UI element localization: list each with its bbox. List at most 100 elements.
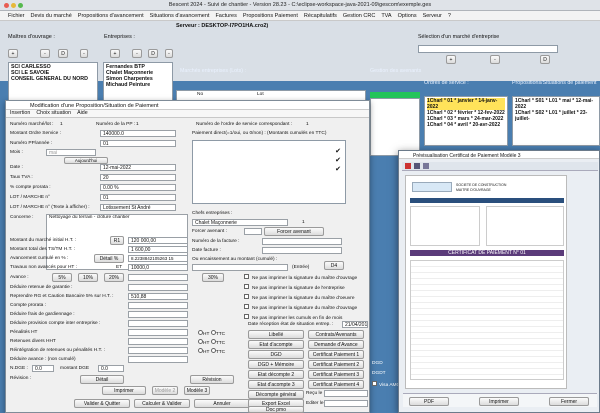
avance-30-button[interactable]: 30% <box>202 273 224 282</box>
deduire-garantie-field[interactable] <box>128 311 188 318</box>
menu-item[interactable]: Situations d'avancement <box>150 13 210 19</box>
revision-button[interactable]: Révision <box>190 375 234 384</box>
checkbox[interactable] <box>244 284 249 289</box>
list-item[interactable]: 1Charl * S02 * L01 * juillet * 23-juille… <box>515 110 597 122</box>
list-item[interactable]: 1Charl * 04 * avril * 20-avr-2022 <box>427 122 505 128</box>
checkbox[interactable] <box>244 314 249 319</box>
certificat1-button[interactable]: Certificat Paiement 1 <box>308 350 364 359</box>
print-icon[interactable] <box>414 163 420 169</box>
entreprises-remove-button[interactable]: - <box>132 49 142 58</box>
tab-choix-situation[interactable]: Choix situation <box>36 110 71 117</box>
forcer-avenant-field[interactable] <box>244 228 262 235</box>
avance-field[interactable] <box>128 274 188 281</box>
certificat3-button[interactable]: Certificat Paiement 3 <box>308 370 364 379</box>
taux-tva-field[interactable]: 20 <box>100 174 176 181</box>
montant-ordre-field[interactable]: 140000.0 <box>100 130 176 137</box>
date-facture-field[interactable] <box>262 247 342 254</box>
deduire-retenue-field[interactable] <box>128 284 188 291</box>
menu-item[interactable]: Propositions Paiement <box>243 13 298 19</box>
recu-le-field[interactable] <box>324 390 368 397</box>
calculer-valider-button[interactable]: Calculer & Valider <box>134 399 190 408</box>
menu-item[interactable]: Devis du marché <box>31 13 72 19</box>
entreprises-d-button[interactable]: D <box>148 49 158 58</box>
certificat4-button[interactable]: Certificat Paiement 4 <box>308 380 364 389</box>
maitres-list[interactable]: SCI CARLESSO SCI LE SAVOIE CONSEIL GENER… <box>8 62 98 102</box>
forcer-avenant-button[interactable]: Forcer avenant <box>264 227 324 236</box>
pdf-close-button[interactable]: Fermer <box>549 397 589 406</box>
menu-item[interactable]: Gestion CRC <box>343 13 375 19</box>
maitres-remove-button[interactable]: - <box>40 49 50 58</box>
encaissement-field[interactable] <box>192 264 288 271</box>
menu-item[interactable]: TVA <box>381 13 391 19</box>
doc-pmo-button[interactable]: Doc pmo <box>248 406 304 413</box>
checkbox[interactable] <box>244 274 249 279</box>
avance-5-button[interactable]: 5% <box>52 273 72 282</box>
modele2-button[interactable]: Modèle 2 <box>152 386 178 395</box>
pdf-export-button[interactable]: PDF <box>409 397 449 406</box>
marche-select[interactable] <box>418 45 558 53</box>
annuler-button[interactable]: Annuler <box>194 399 250 408</box>
detail-button[interactable]: Détail <box>80 375 124 384</box>
numero-facture-field[interactable] <box>262 238 342 245</box>
d4-button[interactable]: D4 <box>324 261 344 270</box>
date-field[interactable]: 12-mai-2022 <box>100 164 176 171</box>
menu-item[interactable]: Factures <box>215 13 236 19</box>
date-reception-field[interactable]: 21/04/2018 <box>342 321 368 328</box>
pdf-print-button[interactable]: Imprimer <box>479 397 519 406</box>
contrats-button[interactable]: Contrats/Avenants <box>308 330 364 339</box>
editer-le-field[interactable] <box>324 400 368 407</box>
pdf-icon[interactable] <box>405 163 411 169</box>
marche-remove-button[interactable]: - <box>490 55 500 64</box>
lot-marche-texte-field[interactable]: Lotissement St André <box>100 204 176 211</box>
list-item[interactable]: Michaud Peinture <box>106 82 170 88</box>
decompte-general-button[interactable]: Décompte général <box>248 390 304 399</box>
numero-pp-type-field[interactable]: 01 <box>100 140 176 147</box>
list-item[interactable]: 1Charl * 01 * janvier * 14-janv-2022 <box>427 98 505 110</box>
zoom-icon[interactable] <box>423 163 429 169</box>
etat-acompte3-button[interactable]: Etat d'acompte 3 <box>248 380 304 389</box>
entreprises-list[interactable]: Fernandes BTP Chalet Maçonnerie Simon Ch… <box>103 62 173 102</box>
demande-avance-button[interactable]: Demande d'Avance <box>308 340 364 349</box>
marche-add-button[interactable]: + <box>446 55 456 64</box>
lot-marche-field[interactable]: 01 <box>100 194 176 201</box>
aujourdhui-button[interactable]: Aujourd'hui <box>64 157 108 164</box>
dgd-button[interactable]: DGD <box>248 350 304 359</box>
tab-aide[interactable]: Aide <box>77 110 88 117</box>
montant-initial-field[interactable]: 120 000,00 <box>128 237 188 244</box>
ndge-field[interactable]: 0.0 <box>32 365 54 372</box>
avancement-field[interactable]: 8.2238842105263 15 <box>128 255 188 262</box>
etat-acompte-button[interactable]: Etat d'acompte <box>248 340 304 349</box>
prorata-field[interactable]: 0.00 % <box>100 184 176 191</box>
list-item[interactable]: CONSEIL GENERAL DU NORD <box>11 76 95 82</box>
propositions-list[interactable]: 1Charl * S01 * L01 * mai * 12-mai-2022 1… <box>512 96 600 146</box>
chef-select[interactable]: Chalet Maçonnerie <box>192 219 288 226</box>
visa-checkbox[interactable] <box>372 381 377 386</box>
maitres-d-button[interactable]: D <box>58 49 68 58</box>
maitres-add-button[interactable]: + <box>8 49 18 58</box>
reintegration-field[interactable] <box>128 347 188 354</box>
entreprises-minus2-button[interactable]: - <box>165 49 173 58</box>
mois-select[interactable]: mai <box>46 149 96 156</box>
modele3-button[interactable]: Modèle 3 <box>184 386 210 395</box>
dgd-memoire-button[interactable]: DGD + Mémoire <box>248 360 304 369</box>
etat-decompte2-button[interactable]: Etat décompte 2 <box>248 370 304 379</box>
menu-item[interactable]: Propositions d'avancement <box>78 13 144 19</box>
marche-d-button[interactable]: D <box>540 55 550 64</box>
menu-item[interactable]: Récapitulatifs <box>304 13 337 19</box>
travaux-field[interactable]: 10000,0 <box>128 264 188 271</box>
avance-20-button[interactable]: 20% <box>104 273 124 282</box>
penalites-field[interactable] <box>128 329 188 336</box>
menu-item[interactable]: ? <box>448 13 451 19</box>
maitres-minus2-button[interactable]: - <box>80 49 88 58</box>
avenants-list[interactable] <box>370 98 420 156</box>
checkbox[interactable] <box>244 304 249 309</box>
checkbox[interactable] <box>244 294 249 299</box>
certificat2-button[interactable]: Certificat Paiement 2 <box>308 360 364 369</box>
montant-total-field[interactable]: 1 600,00 <box>128 246 188 253</box>
compte-prorata-field[interactable] <box>128 302 188 309</box>
avance-10-button[interactable]: 10% <box>78 273 98 282</box>
imprimer-button[interactable]: Imprimer <box>102 386 146 395</box>
deduire-avance-field[interactable] <box>128 356 188 363</box>
list-item[interactable]: 1Charl * S01 * L01 * mai * 12-mai-2022 <box>515 98 597 110</box>
tab-insertion[interactable]: Insertion <box>10 110 30 117</box>
